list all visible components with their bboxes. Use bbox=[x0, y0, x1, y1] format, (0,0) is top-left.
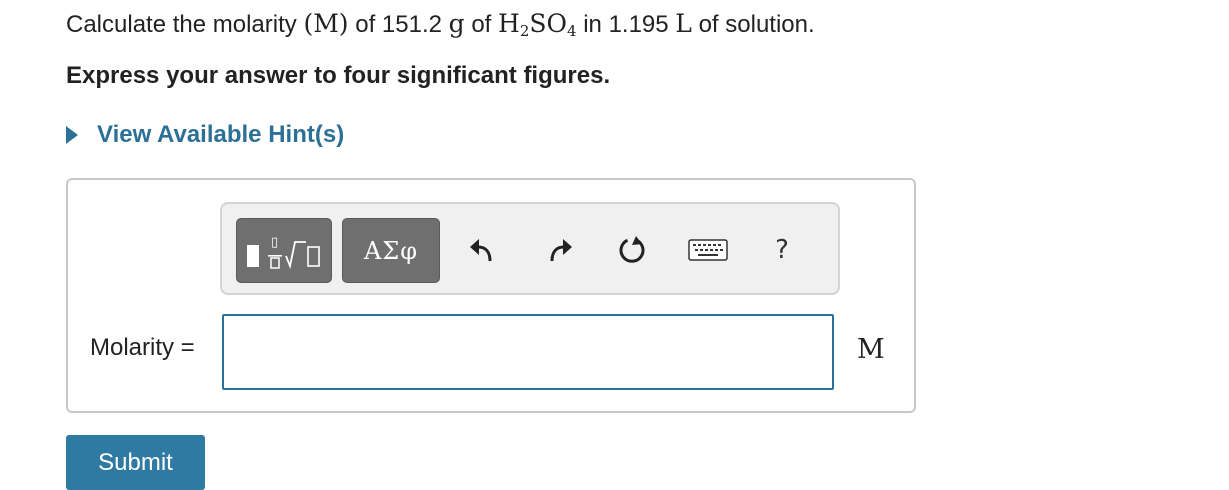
volume-unit: L bbox=[675, 9, 692, 38]
math-toolbar: ▯ ΑΣφ ? bbox=[220, 202, 840, 295]
answer-panel: ▯ ΑΣφ ? Molarity = M bbox=[66, 178, 916, 413]
question-of-1: of bbox=[348, 11, 382, 38]
redo-button[interactable] bbox=[536, 226, 584, 274]
reset-icon bbox=[619, 236, 645, 263]
templates-button[interactable]: ▯ bbox=[236, 218, 332, 283]
caret-right-icon[interactable] bbox=[66, 126, 78, 144]
unit-label: M bbox=[857, 334, 885, 365]
formula-h-subscript: 2 bbox=[519, 22, 530, 40]
undo-icon bbox=[470, 239, 492, 262]
help-label: ? bbox=[775, 235, 789, 265]
formula-so: SO bbox=[529, 9, 567, 38]
view-hints-label[interactable]: View Available Hint(s) bbox=[97, 121, 344, 149]
formula-o-subscript: 4 bbox=[567, 22, 577, 40]
templates-icon[interactable]: ▯ bbox=[244, 228, 324, 274]
mass-value: 151.2 bbox=[381, 11, 442, 38]
submit-button[interactable]: Submit bbox=[66, 435, 205, 490]
svg-text:▯: ▯ bbox=[271, 235, 278, 250]
formula-h: H bbox=[498, 9, 520, 38]
molarity-symbol: (M) bbox=[303, 9, 349, 38]
volume-value: 1.195 bbox=[608, 11, 669, 38]
question-in: in bbox=[576, 11, 609, 38]
redo-icon bbox=[550, 239, 572, 262]
question-text: Calculate the molarity (M) of 151.2 g of… bbox=[66, 8, 815, 41]
view-hints-toggle[interactable]: View Available Hint(s) bbox=[66, 118, 344, 152]
reset-button[interactable] bbox=[608, 226, 656, 274]
greek-symbols-button[interactable]: ΑΣφ bbox=[342, 218, 440, 283]
keyboard-button[interactable] bbox=[684, 226, 732, 274]
instruction-text: Express your answer to four significant … bbox=[66, 62, 611, 89]
undo-button[interactable] bbox=[458, 226, 506, 274]
answer-label: Molarity = bbox=[90, 334, 195, 361]
mass-unit: g bbox=[448, 9, 465, 38]
keyboard-icon bbox=[688, 239, 728, 261]
question-prefix: Calculate the molarity bbox=[66, 11, 304, 38]
question-of-2: of bbox=[464, 11, 499, 38]
greek-symbols-label: ΑΣφ bbox=[363, 236, 419, 265]
molarity-answer-input[interactable] bbox=[222, 314, 834, 390]
question-suffix: of solution. bbox=[691, 11, 815, 38]
help-button[interactable]: ? bbox=[758, 226, 806, 274]
chemical-formula: H2SO4 bbox=[498, 9, 577, 40]
